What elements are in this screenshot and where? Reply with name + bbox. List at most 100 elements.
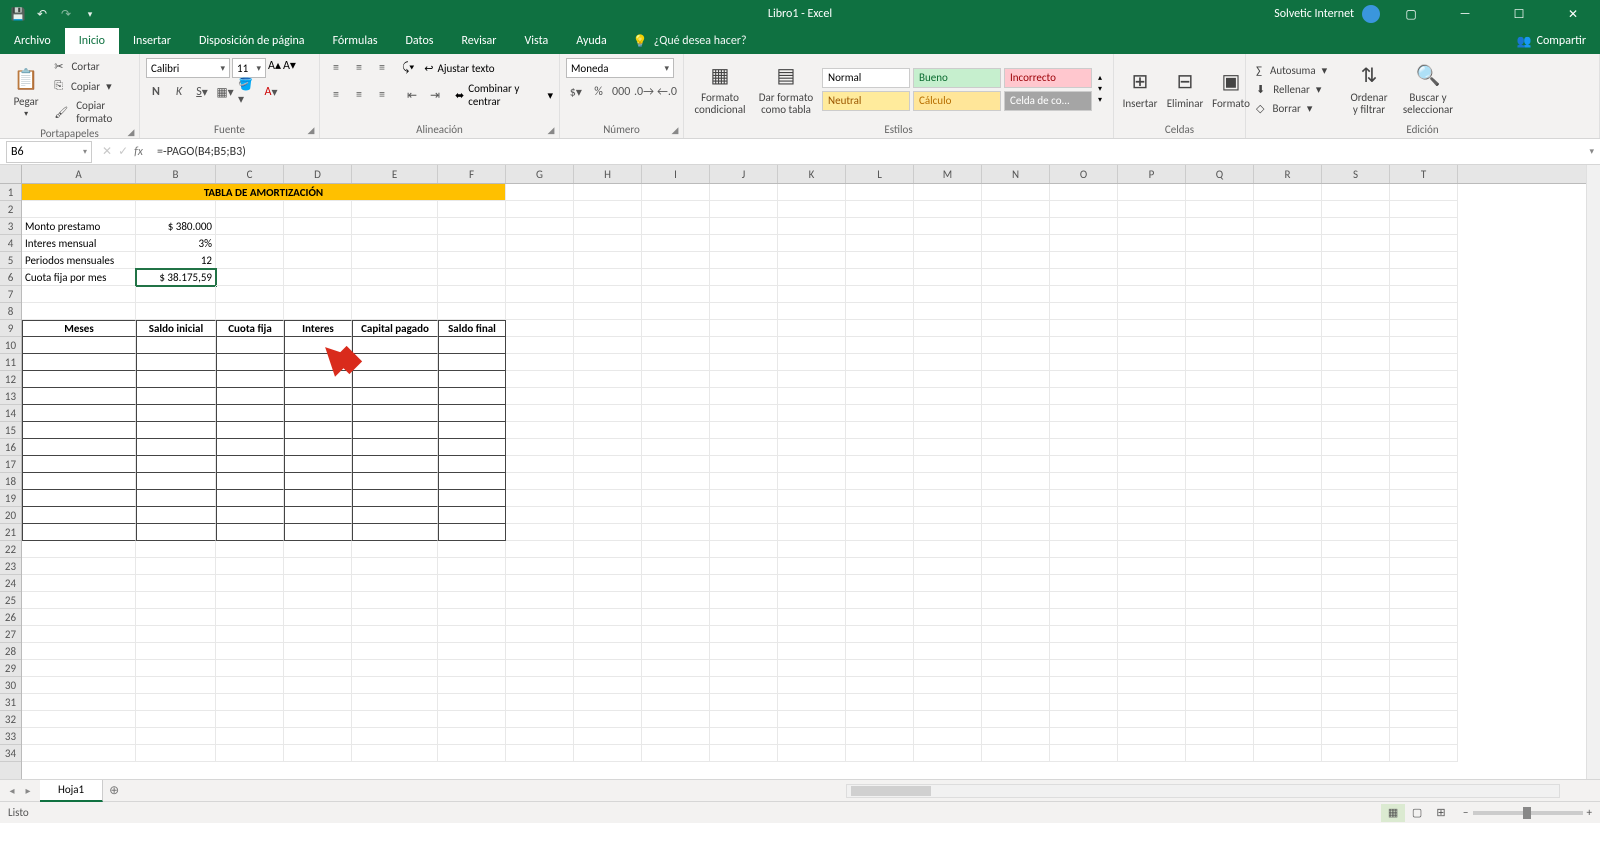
cell[interactable] bbox=[982, 439, 1050, 456]
cell[interactable] bbox=[1186, 592, 1254, 609]
cell[interactable] bbox=[1390, 558, 1458, 575]
cell[interactable] bbox=[284, 252, 352, 269]
cell[interactable] bbox=[642, 439, 710, 456]
cell[interactable] bbox=[574, 422, 642, 439]
cell[interactable] bbox=[438, 745, 506, 762]
cell[interactable] bbox=[914, 456, 982, 473]
avatar-icon[interactable] bbox=[1362, 5, 1380, 23]
cell[interactable] bbox=[284, 507, 352, 524]
close-icon[interactable]: ✕ bbox=[1550, 0, 1596, 28]
cell[interactable] bbox=[1254, 592, 1322, 609]
cell[interactable] bbox=[846, 235, 914, 252]
cell[interactable] bbox=[216, 711, 284, 728]
cell[interactable] bbox=[1186, 711, 1254, 728]
cell[interactable] bbox=[1118, 558, 1186, 575]
cell[interactable] bbox=[1390, 745, 1458, 762]
cell[interactable] bbox=[1322, 507, 1390, 524]
thousands-icon[interactable]: 000 bbox=[611, 82, 631, 102]
cell[interactable] bbox=[846, 354, 914, 371]
cell[interactable] bbox=[352, 660, 438, 677]
row-header-28[interactable]: 28 bbox=[0, 643, 21, 660]
cell[interactable] bbox=[506, 388, 574, 405]
cell[interactable] bbox=[1390, 320, 1458, 337]
cell[interactable] bbox=[1118, 524, 1186, 541]
cell[interactable] bbox=[914, 184, 982, 201]
cell[interactable] bbox=[846, 473, 914, 490]
cell[interactable] bbox=[1254, 269, 1322, 286]
row-header-32[interactable]: 32 bbox=[0, 711, 21, 728]
cell[interactable] bbox=[1390, 575, 1458, 592]
cell[interactable] bbox=[352, 439, 438, 456]
row-header-10[interactable]: 10 bbox=[0, 337, 21, 354]
cell[interactable] bbox=[1050, 643, 1118, 660]
cell[interactable] bbox=[1254, 201, 1322, 218]
cell[interactable] bbox=[1186, 252, 1254, 269]
cell[interactable] bbox=[1322, 269, 1390, 286]
cell[interactable] bbox=[914, 252, 982, 269]
row-header-29[interactable]: 29 bbox=[0, 660, 21, 677]
cell[interactable] bbox=[710, 320, 778, 337]
col-header-T[interactable]: T bbox=[1390, 165, 1458, 183]
cell[interactable] bbox=[1118, 439, 1186, 456]
cell[interactable] bbox=[914, 473, 982, 490]
cell[interactable] bbox=[136, 677, 216, 694]
cell[interactable] bbox=[136, 473, 216, 490]
horizontal-scrollbar[interactable] bbox=[846, 784, 1560, 798]
cell[interactable] bbox=[1254, 354, 1322, 371]
cell[interactable] bbox=[1322, 490, 1390, 507]
cell[interactable] bbox=[778, 303, 846, 320]
cell[interactable] bbox=[216, 524, 284, 541]
cell[interactable] bbox=[22, 677, 136, 694]
cell[interactable] bbox=[846, 711, 914, 728]
cell[interactable] bbox=[136, 405, 216, 422]
cell[interactable] bbox=[216, 235, 284, 252]
cell[interactable] bbox=[710, 473, 778, 490]
cell[interactable] bbox=[216, 456, 284, 473]
cell[interactable] bbox=[1050, 269, 1118, 286]
cell[interactable] bbox=[642, 184, 710, 201]
cell[interactable] bbox=[846, 609, 914, 626]
cell[interactable] bbox=[1254, 660, 1322, 677]
cell[interactable] bbox=[710, 660, 778, 677]
cell[interactable] bbox=[1254, 405, 1322, 422]
cell[interactable] bbox=[1390, 388, 1458, 405]
cell[interactable] bbox=[438, 286, 506, 303]
row-header-12[interactable]: 12 bbox=[0, 371, 21, 388]
cell[interactable] bbox=[982, 507, 1050, 524]
cell[interactable] bbox=[284, 354, 352, 371]
cell[interactable] bbox=[914, 592, 982, 609]
cell[interactable] bbox=[352, 303, 438, 320]
cell[interactable] bbox=[438, 643, 506, 660]
cell[interactable] bbox=[506, 694, 574, 711]
cell[interactable] bbox=[1254, 388, 1322, 405]
cell[interactable]: Saldo final bbox=[438, 320, 506, 337]
row-header-33[interactable]: 33 bbox=[0, 728, 21, 745]
cell[interactable] bbox=[352, 473, 438, 490]
cell[interactable] bbox=[846, 388, 914, 405]
cell[interactable] bbox=[778, 592, 846, 609]
cell[interactable] bbox=[710, 490, 778, 507]
cell[interactable] bbox=[506, 643, 574, 660]
cell[interactable] bbox=[22, 473, 136, 490]
cell[interactable] bbox=[1118, 337, 1186, 354]
cell[interactable] bbox=[778, 337, 846, 354]
cell[interactable] bbox=[506, 405, 574, 422]
cell[interactable] bbox=[1254, 643, 1322, 660]
tab-disposicion[interactable]: Disposición de página bbox=[185, 28, 319, 54]
cell[interactable] bbox=[914, 286, 982, 303]
cell[interactable] bbox=[914, 541, 982, 558]
cell[interactable] bbox=[506, 269, 574, 286]
cell[interactable] bbox=[574, 677, 642, 694]
cell[interactable] bbox=[352, 235, 438, 252]
cell[interactable] bbox=[352, 541, 438, 558]
cell[interactable] bbox=[506, 218, 574, 235]
col-header-F[interactable]: F bbox=[438, 165, 506, 183]
cell[interactable] bbox=[1050, 490, 1118, 507]
cell[interactable]: Cuota fija bbox=[216, 320, 284, 337]
wrap-text-button[interactable]: ↩Ajustar texto bbox=[424, 62, 494, 75]
cell[interactable] bbox=[1050, 252, 1118, 269]
cell[interactable] bbox=[22, 660, 136, 677]
cell[interactable] bbox=[1050, 558, 1118, 575]
cell[interactable] bbox=[1050, 728, 1118, 745]
cell[interactable] bbox=[506, 490, 574, 507]
